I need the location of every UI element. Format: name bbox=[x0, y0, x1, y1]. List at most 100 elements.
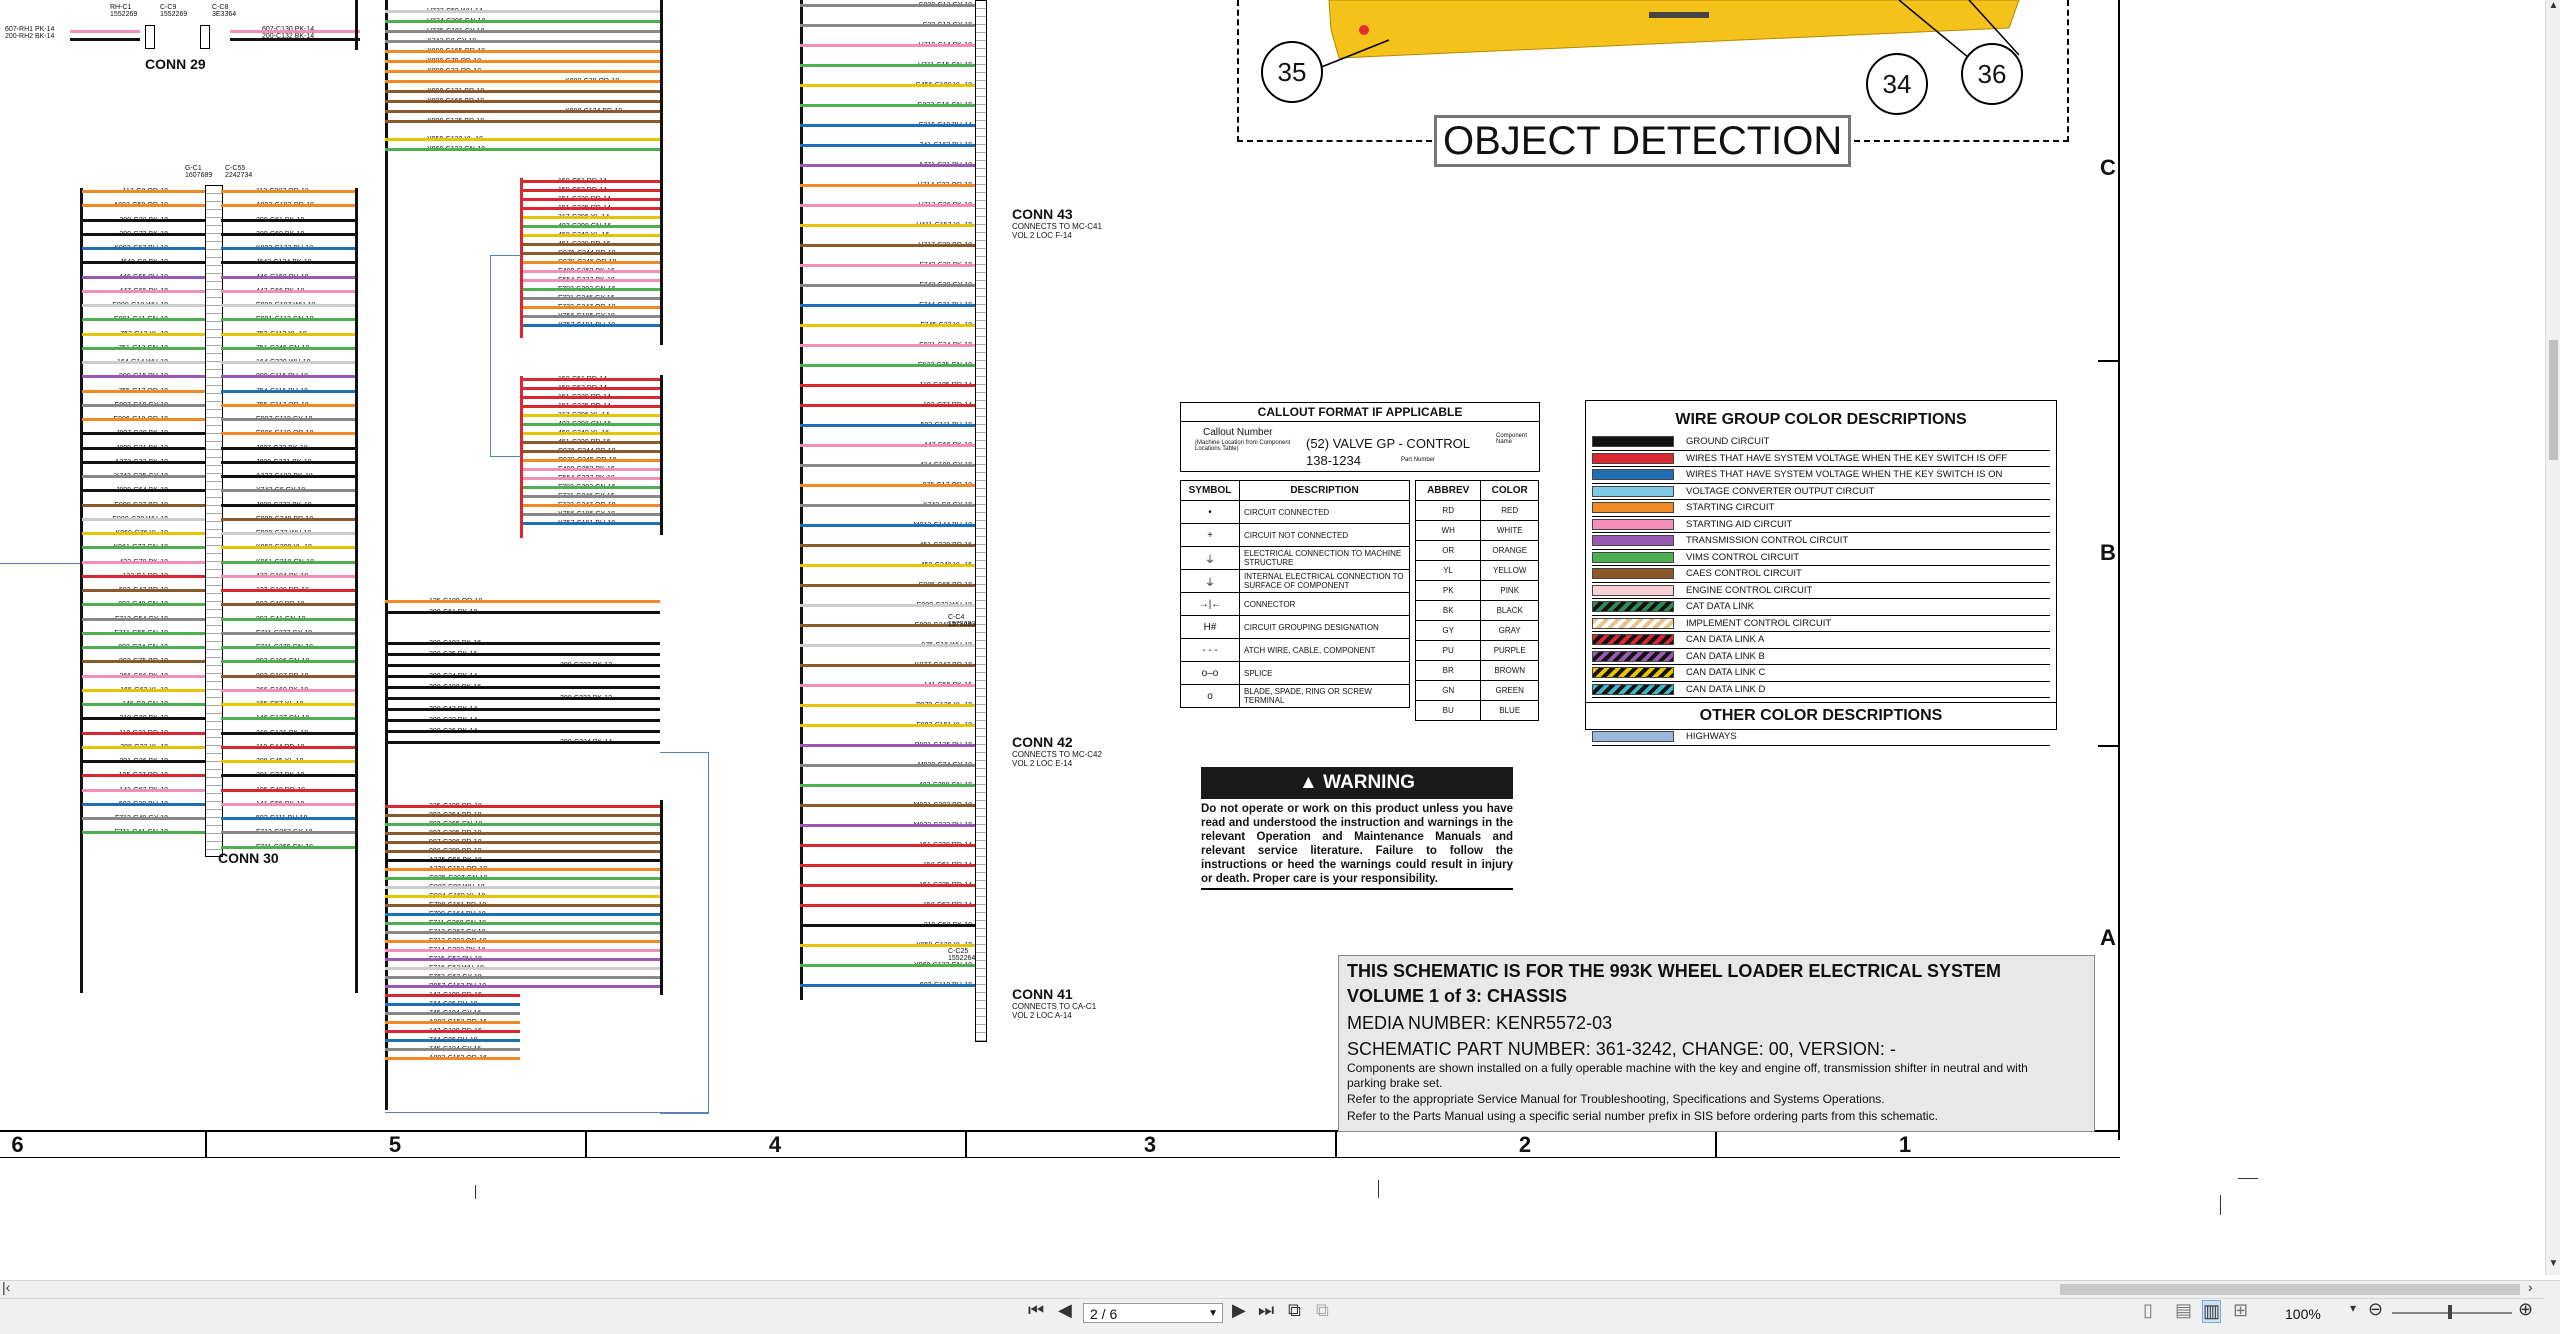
zoom-in-icon[interactable]: ⊕ bbox=[2518, 1299, 2533, 1320]
horizontal-scrollbar[interactable]: |‹ › bbox=[0, 1279, 2545, 1299]
next-page-icon[interactable]: ▶ bbox=[1232, 1300, 1246, 1321]
wire-line bbox=[221, 361, 355, 364]
wire-line bbox=[800, 764, 975, 767]
vertical-scrollbar[interactable]: ▲ ▼ bbox=[2545, 0, 2560, 1275]
zoom-slider-handle[interactable] bbox=[2448, 1305, 2452, 1319]
wire-line bbox=[385, 877, 660, 880]
abbrev-color: RED bbox=[1480, 500, 1539, 521]
tag-c-c25: C-C25 1552264 bbox=[948, 948, 976, 962]
wire-line bbox=[800, 444, 975, 447]
wire-line bbox=[520, 513, 660, 516]
tag-c-c4: C-C4 1573693 bbox=[948, 614, 976, 628]
continuous-facing-icon[interactable]: ⊞ bbox=[2233, 1300, 2248, 1321]
wire-line bbox=[82, 803, 205, 806]
wire-line bbox=[800, 284, 975, 287]
abbrev-code: BK bbox=[1414, 600, 1482, 621]
wire-line bbox=[221, 817, 355, 820]
wire-line bbox=[385, 90, 660, 93]
zoom-dropdown-icon[interactable]: ▾ bbox=[2350, 1301, 2356, 1315]
wire-line bbox=[800, 364, 975, 367]
zoom-level[interactable]: 100% bbox=[2285, 1306, 2321, 1322]
wire-line bbox=[800, 44, 975, 47]
wire-line bbox=[82, 689, 205, 692]
symbol-glyph: • bbox=[1180, 500, 1240, 524]
wire-line bbox=[800, 344, 975, 347]
wire-line bbox=[800, 304, 975, 307]
wire-line bbox=[385, 20, 660, 23]
wire-line bbox=[520, 243, 660, 246]
wire-line bbox=[520, 180, 660, 183]
abbrev-row: PK PINK bbox=[1414, 580, 1539, 601]
continuous-page-icon[interactable]: ▤ bbox=[2175, 1300, 2192, 1321]
wire-line bbox=[385, 931, 660, 934]
wire-line bbox=[221, 732, 355, 735]
legend-swatch bbox=[1592, 568, 1674, 580]
abbrev-code: GN bbox=[1414, 680, 1482, 701]
prev-page-icon[interactable]: ◀ bbox=[1058, 1300, 1072, 1321]
wire-line bbox=[385, 922, 660, 925]
wire-line bbox=[221, 646, 355, 649]
page-number-field[interactable]: 2 / 6 ▼ bbox=[1083, 1303, 1223, 1323]
wire-line bbox=[82, 390, 205, 393]
wire-line bbox=[221, 532, 355, 535]
wire-line bbox=[520, 216, 660, 219]
wire-line bbox=[221, 375, 355, 378]
wire-line bbox=[82, 732, 205, 735]
warning-header: ▲ WARNING bbox=[1201, 767, 1513, 799]
legend-label: VIMS CONTROL CIRCUIT bbox=[1686, 551, 1800, 563]
wire-line bbox=[520, 297, 660, 300]
zoom-out-icon[interactable]: ⊖ bbox=[2368, 1299, 2383, 1320]
wire-line bbox=[385, 985, 660, 988]
symbol-description: BLADE, SPADE, RING OR SCREW TERMINAL bbox=[1239, 684, 1410, 708]
legend-swatch bbox=[1592, 502, 1674, 514]
symbol-description: CONNECTOR bbox=[1239, 592, 1410, 616]
wire-line bbox=[221, 333, 355, 336]
last-page-icon[interactable]: ⏭ bbox=[1258, 1300, 1274, 1321]
horizontal-scroll-thumb[interactable] bbox=[2060, 1284, 2520, 1295]
wire-line bbox=[385, 40, 660, 43]
wire-line bbox=[221, 561, 355, 564]
wire-line bbox=[520, 288, 660, 291]
wire-line bbox=[82, 361, 205, 364]
two-page-icon[interactable]: ▥ bbox=[2202, 1300, 2222, 1323]
wire-line bbox=[221, 618, 355, 621]
wire-line bbox=[520, 468, 660, 471]
wire-line bbox=[221, 404, 355, 407]
previous-view-icon[interactable]: ⧉ bbox=[1288, 1300, 1301, 1321]
wire-line bbox=[221, 760, 355, 763]
legend-label: HIGHWAYS bbox=[1686, 731, 1737, 743]
wire-line bbox=[82, 632, 205, 635]
wire-line bbox=[385, 841, 660, 844]
single-page-icon[interactable]: ▯ bbox=[2143, 1300, 2153, 1321]
wire-line bbox=[385, 1012, 520, 1015]
wire-line bbox=[800, 264, 975, 267]
abbrev-code: OR bbox=[1414, 540, 1482, 561]
next-view-icon[interactable]: ⧉ bbox=[1316, 1300, 1329, 1321]
scroll-right-icon[interactable]: › bbox=[2528, 1279, 2533, 1295]
wire-line bbox=[520, 396, 660, 399]
wire-line bbox=[520, 441, 660, 444]
abbrev-row: RD RED bbox=[1414, 500, 1539, 521]
tag-c-c9: C-C9 1552269 bbox=[160, 4, 188, 18]
wire-line bbox=[800, 104, 975, 107]
wire-line bbox=[800, 744, 975, 747]
wire-line bbox=[385, 1057, 520, 1060]
title-block: THIS SCHEMATIC IS FOR THE 993K WHEEL LOA… bbox=[1338, 955, 2095, 1132]
abbrev-color: PINK bbox=[1480, 580, 1539, 601]
zoom-slider[interactable] bbox=[2392, 1312, 2512, 1314]
scroll-down-icon[interactable]: ▼ bbox=[2546, 1258, 2560, 1269]
first-page-icon[interactable]: ⏮ bbox=[1028, 1300, 1044, 1321]
vertical-scroll-thumb[interactable] bbox=[2549, 340, 2558, 460]
wire-line bbox=[385, 1021, 520, 1024]
wire-line bbox=[385, 80, 660, 83]
object-detection-title: OBJECT DETECTION bbox=[1434, 115, 1852, 167]
wire-line bbox=[221, 589, 355, 592]
legend-label: IMPLEMENT CONTROL CIRCUIT bbox=[1686, 617, 1832, 629]
wire-line bbox=[385, 686, 660, 689]
wire-line bbox=[800, 84, 975, 87]
scroll-left-icon[interactable]: |‹ bbox=[2, 1279, 10, 1295]
scroll-up-icon[interactable]: ▲ bbox=[2546, 0, 2560, 11]
chevron-down-icon[interactable]: ▼ bbox=[1208, 1304, 1218, 1324]
symbol-row: o–o SPLICE bbox=[1180, 661, 1410, 685]
wire-line bbox=[221, 603, 355, 606]
